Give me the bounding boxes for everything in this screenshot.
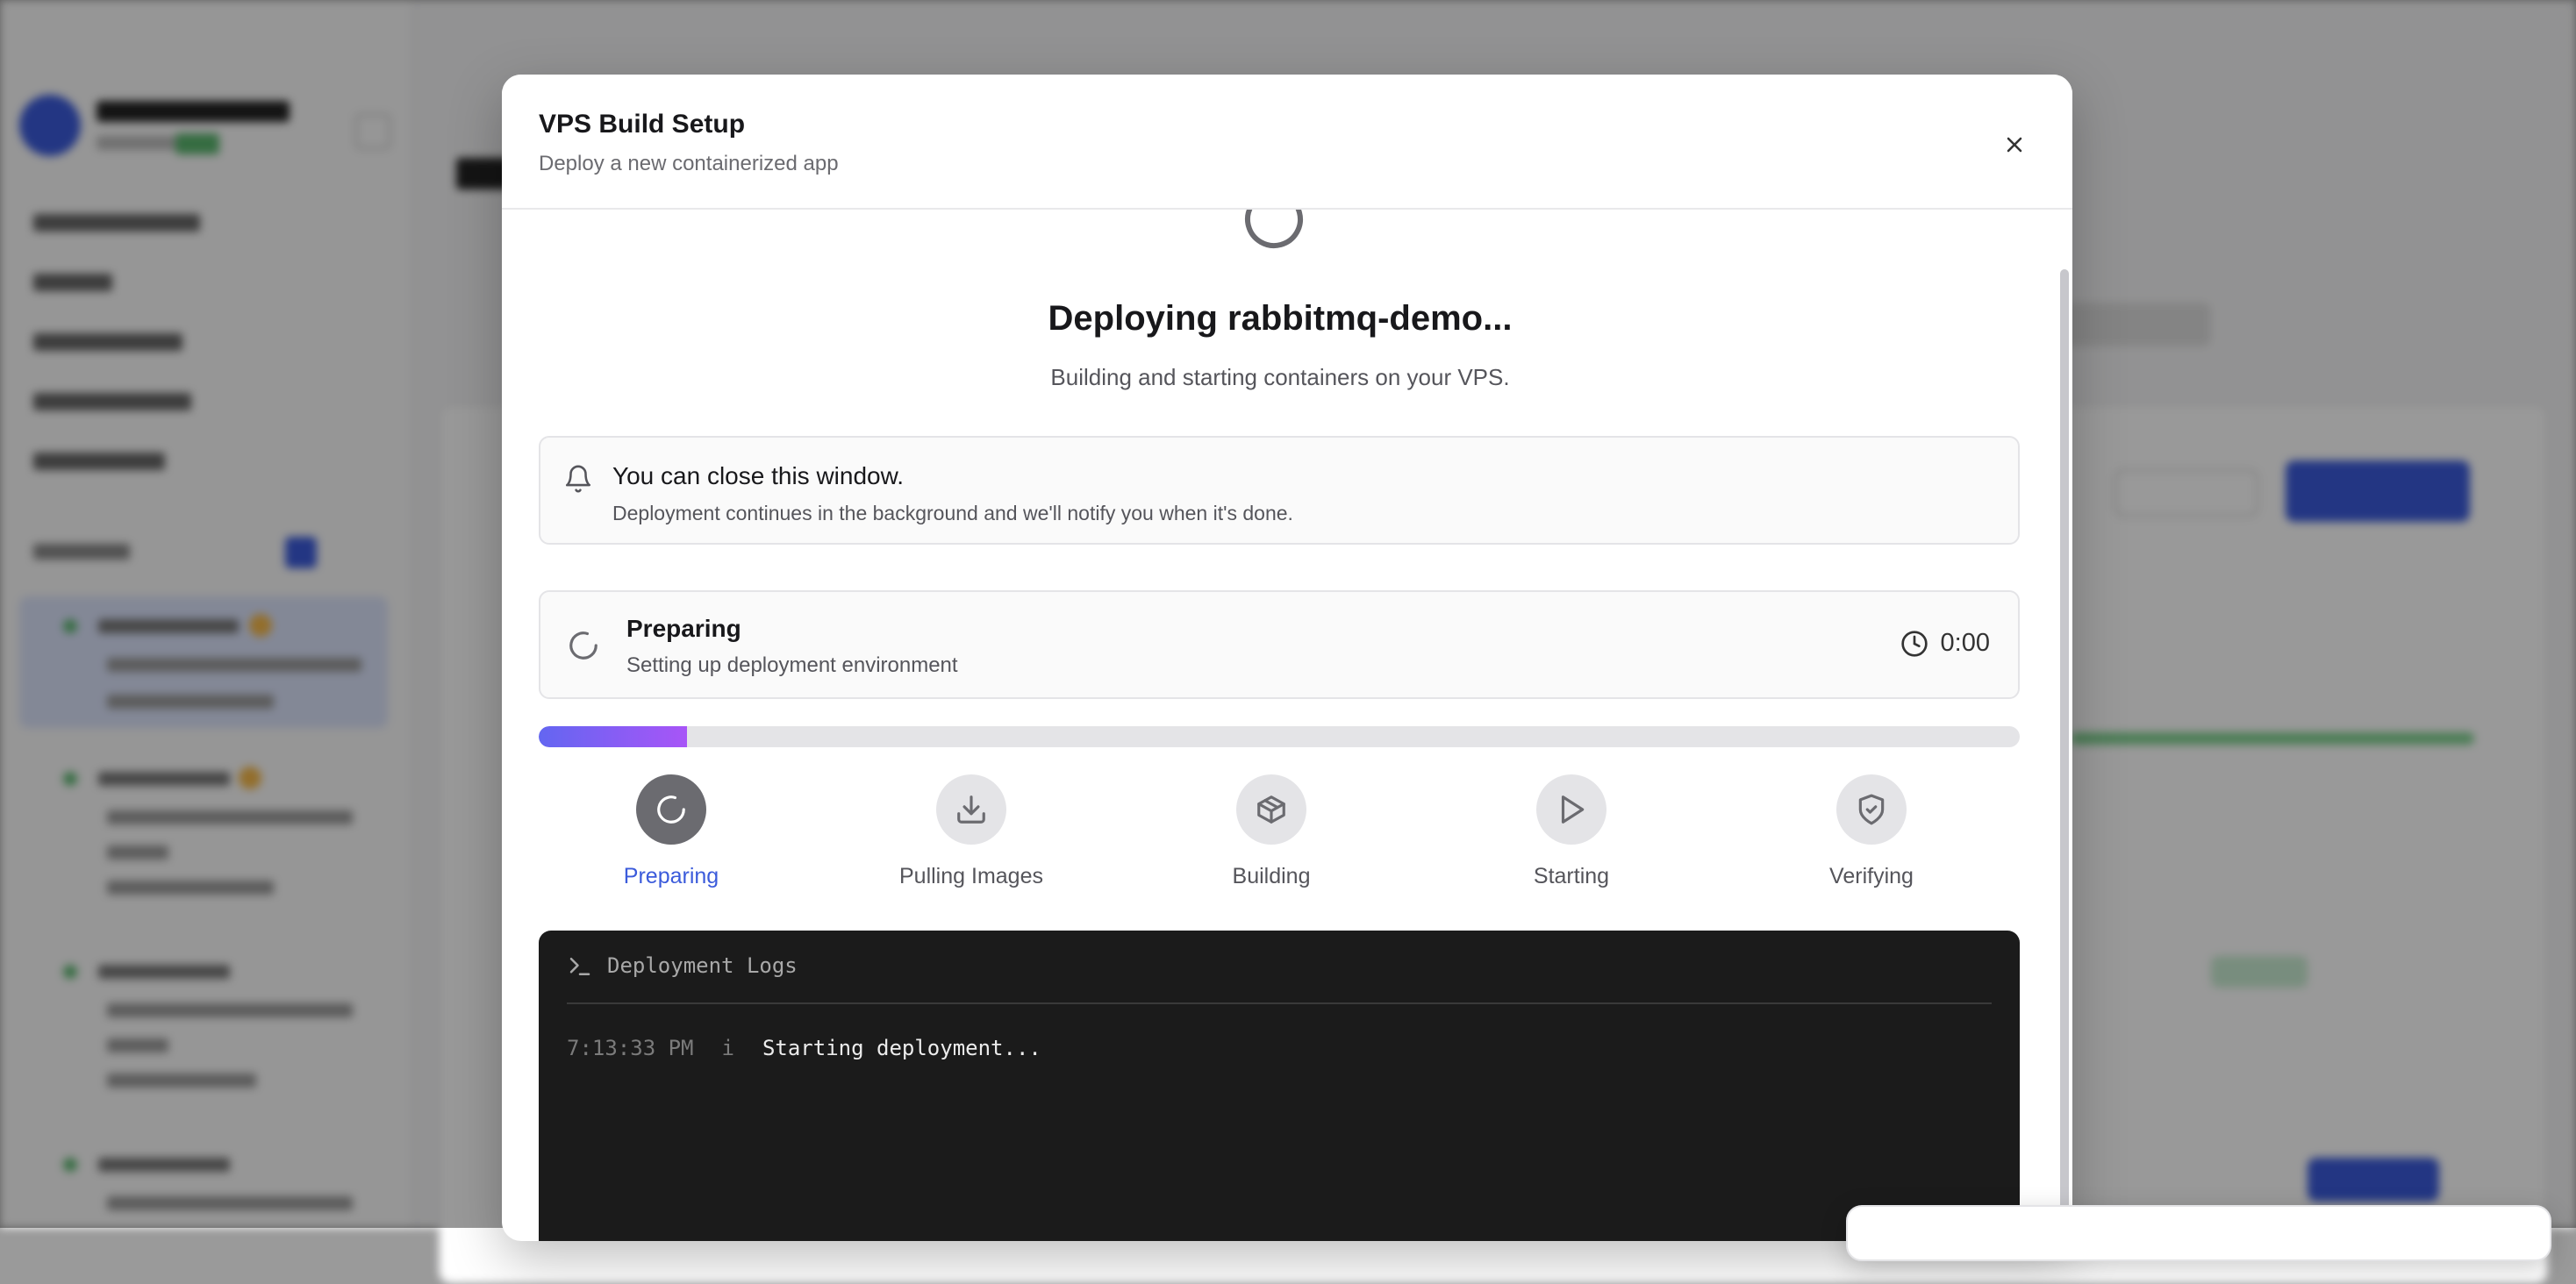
terminal-icon <box>569 958 590 975</box>
step-pulling-images: Pulling Images <box>840 774 1103 889</box>
step-preparing: Preparing <box>540 774 803 889</box>
package-icon <box>1257 795 1285 824</box>
progress-fill <box>539 726 687 747</box>
step-circle <box>1836 774 1907 845</box>
dialog-scrollbar[interactable] <box>2060 269 2069 1241</box>
log-entry: 7:13:33 PM i Starting deployment... <box>567 1036 1041 1060</box>
toast-notification <box>1846 1205 2551 1261</box>
step-verifying: Verifying <box>1740 774 2003 889</box>
logs-title: Deployment Logs <box>607 953 798 978</box>
spinner-icon <box>657 795 685 824</box>
step-label: Verifying <box>1829 864 1914 888</box>
step-label: Starting <box>1533 864 1610 888</box>
step-building: Building <box>1140 774 1403 889</box>
dialog-title: VPS Build Setup <box>539 110 746 139</box>
dialog-header: VPS Build Setup Deploy a new containeriz… <box>502 75 2072 210</box>
step-label: Pulling Images <box>899 864 1043 888</box>
step-circle <box>936 774 1006 845</box>
logs-header: Deployment Logs <box>567 953 1992 1004</box>
step-circle <box>1236 774 1306 845</box>
step-starting: Starting <box>1440 774 1703 889</box>
elapsed-timer: 0:00 <box>1900 629 1990 658</box>
log-timestamp: 7:13:33 PM <box>567 1036 694 1060</box>
stage-title: Preparing <box>626 615 741 642</box>
step-circle <box>636 774 706 845</box>
deploy-subtitle: Building and starting containers on your… <box>1050 364 1510 390</box>
stage-description: Setting up deployment environment <box>626 653 958 677</box>
play-icon <box>1561 795 1585 824</box>
step-label: Preparing <box>623 864 719 888</box>
step-circle <box>1536 774 1606 845</box>
log-message: Starting deployment... <box>762 1036 1041 1060</box>
step-label: Building <box>1232 864 1311 888</box>
current-stage-card: Preparing Setting up deployment environm… <box>539 590 2020 699</box>
elapsed-time: 0:00 <box>1940 629 1990 657</box>
deploy-progress-bar <box>539 726 2020 747</box>
bell-icon <box>565 465 591 493</box>
deployment-logs-panel[interactable]: Deployment Logs 7:13:33 PM i Starting de… <box>539 931 2020 1241</box>
background-notice: You can close this window. Deployment co… <box>539 436 2020 545</box>
close-icon <box>2007 137 2022 153</box>
close-button[interactable] <box>1993 124 2036 166</box>
deploy-steps: Preparing Pulling Images Building Starti… <box>502 774 2058 897</box>
download-icon <box>957 795 985 824</box>
dialog-subtitle: Deploy a new containerized app <box>539 152 839 175</box>
build-setup-dialog: Deploying rabbitmq-demo... Building and … <box>502 75 2072 1241</box>
spinner-icon <box>569 631 597 660</box>
shield-check-icon <box>1858 794 1885 825</box>
notice-body: Deployment continues in the background a… <box>612 502 1293 524</box>
notice-title: You can close this window. <box>612 462 905 489</box>
log-level: i <box>721 1036 734 1060</box>
clock-icon <box>1900 630 1928 657</box>
deploy-title: Deploying rabbitmq-demo... <box>1048 299 1513 338</box>
dialog-content: Deploying rabbitmq-demo... Building and … <box>502 75 2058 1241</box>
